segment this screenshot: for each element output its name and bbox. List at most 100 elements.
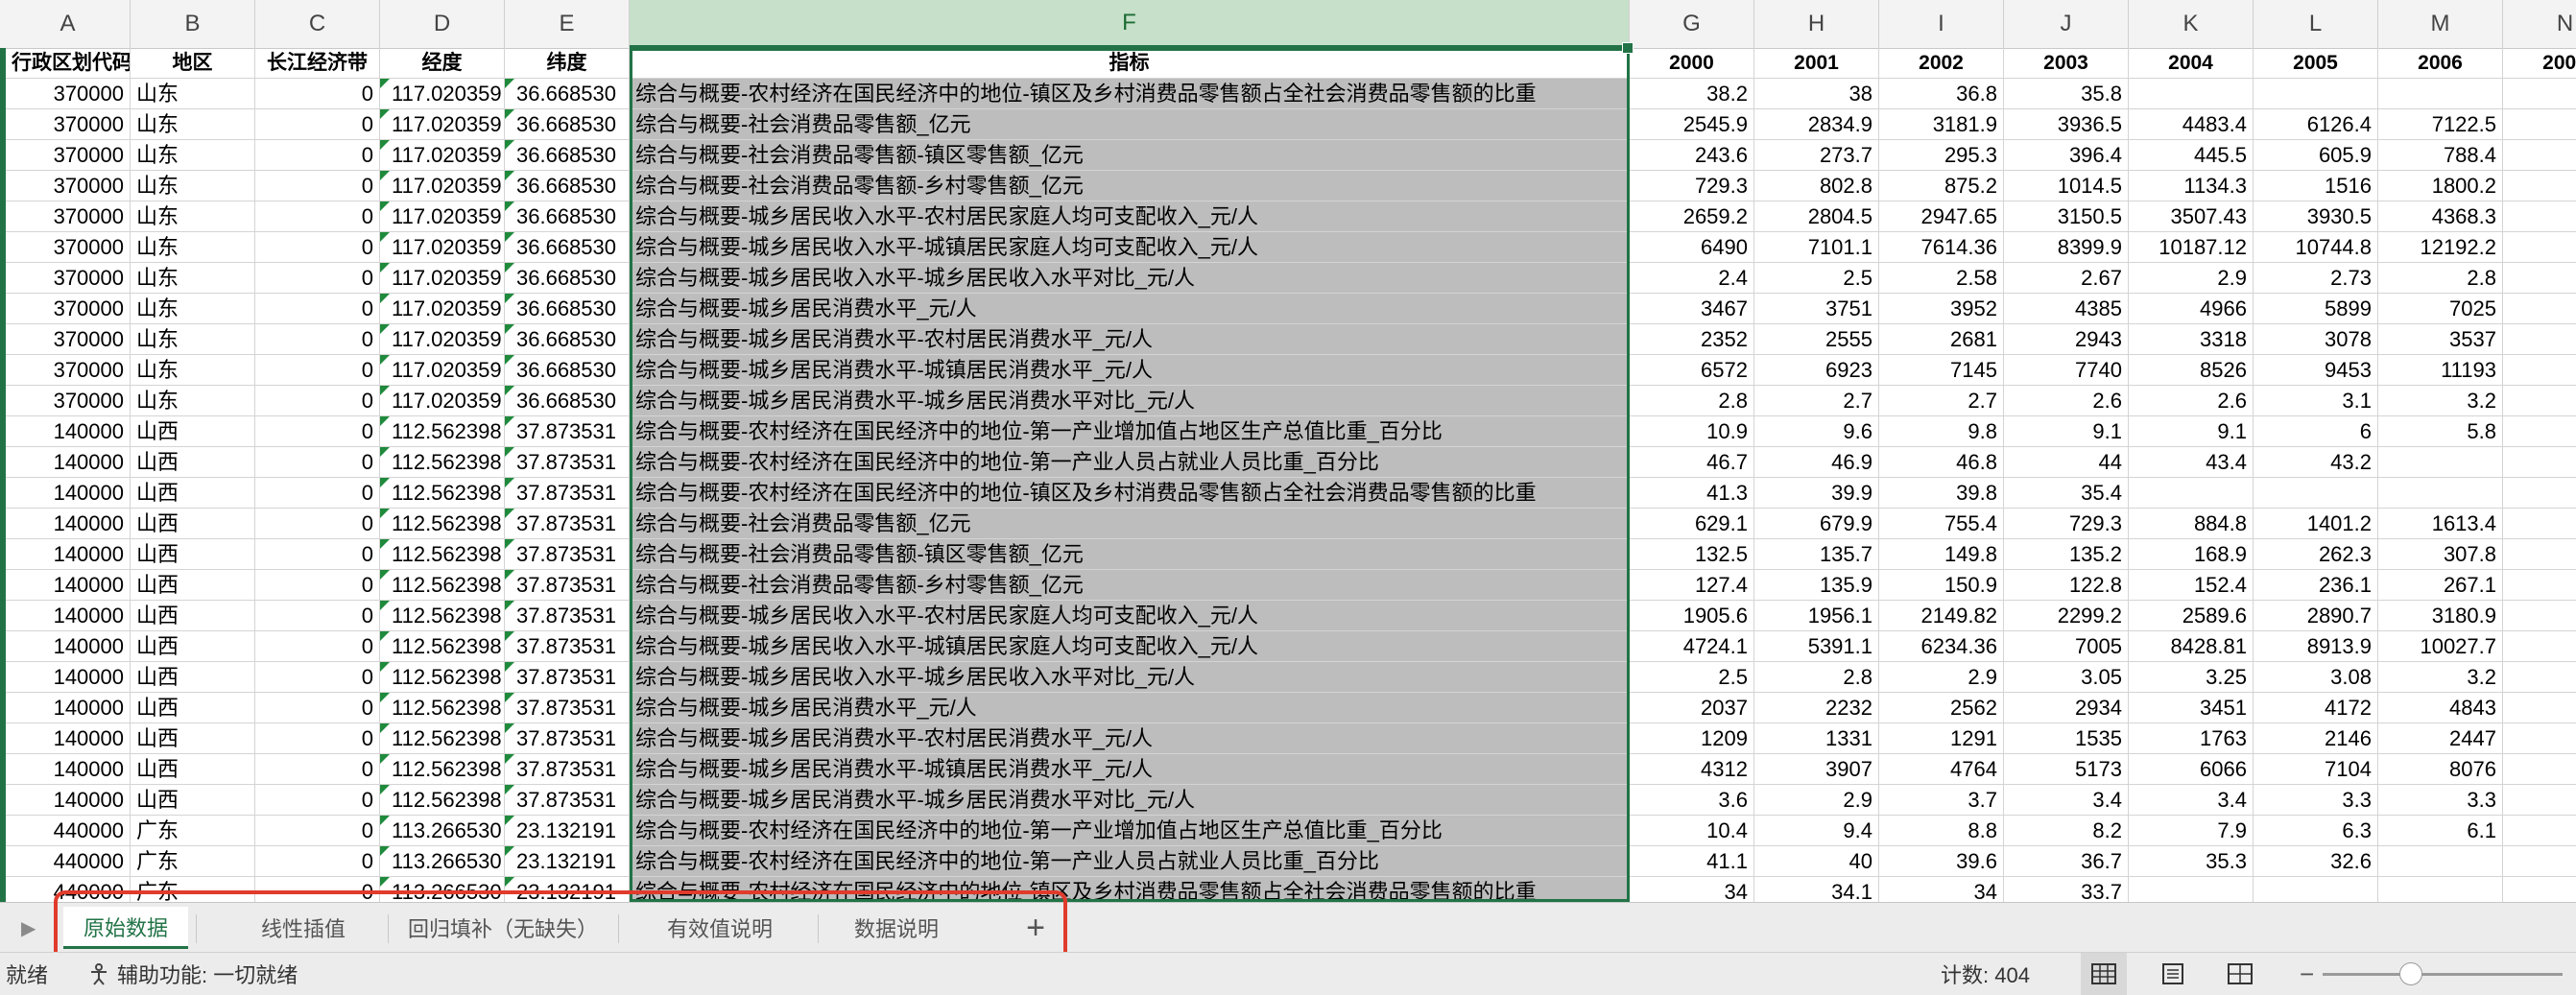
table-cell[interactable]: 山西 (131, 478, 255, 508)
table-cell[interactable]: 7104 (2254, 754, 2378, 784)
table-cell[interactable]: 0 (255, 785, 380, 815)
table-cell[interactable]: 综合与概要-城乡居民收入水平-农村居民家庭人均可支配收入_元/人 (630, 601, 1630, 630)
table-cell[interactable]: 370000 (6, 232, 131, 262)
table-cell[interactable]: 综合与概要-社会消费品零售额-镇区零售额_亿元 (630, 539, 1630, 569)
table-cell[interactable]: 2299.2 (2004, 601, 2129, 630)
table-cell[interactable]: 11193 (2378, 355, 2503, 385)
table-cell[interactable]: 4843 (2378, 693, 2503, 723)
table-cell[interactable]: 综合与概要-城乡居民消费水平_元/人 (630, 693, 1630, 723)
table-cell[interactable]: 综合与概要-社会消费品零售额-镇区零售额_亿元 (630, 140, 1630, 170)
table-cell[interactable]: 1535 (2004, 723, 2129, 753)
accessibility-icon[interactable] (86, 953, 111, 995)
table-cell[interactable]: 112.562398 (380, 785, 505, 815)
table-cell[interactable]: 38 (1754, 79, 1879, 108)
table-cell[interactable]: 7122.5 (2378, 109, 2503, 139)
normal-view-icon[interactable] (2081, 953, 2127, 995)
table-cell[interactable]: 9.1 (2129, 416, 2254, 446)
table-cell[interactable]: 9.4 (1754, 816, 1879, 845)
table-cell[interactable]: 35.8 (2004, 79, 2129, 108)
table-cell[interactable]: 0 (255, 140, 380, 170)
table-cell[interactable]: 5391.1 (1754, 631, 1879, 661)
table-cell[interactable]: 综合与概要-城乡居民消费水平-城镇居民消费水平_元/人 (630, 355, 1630, 385)
table-cell[interactable] (2503, 723, 2576, 753)
table-cell[interactable]: 168.9 (2129, 539, 2254, 569)
table-cell[interactable]: 2149.82 (1879, 601, 2004, 630)
header-cell[interactable]: 2000 (1630, 48, 1754, 78)
table-cell[interactable]: 2943 (2004, 324, 2129, 354)
table-cell[interactable]: 135.2 (2004, 539, 2129, 569)
table-cell[interactable]: 273.7 (1754, 140, 1879, 170)
table-cell[interactable]: 综合与概要-农村经济在国民经济中的地位-镇区及乡村消费品零售额占全社会消费品零售… (630, 478, 1630, 508)
table-cell[interactable]: 3537 (2378, 324, 2503, 354)
table-cell[interactable]: 2589.6 (2129, 601, 2254, 630)
table-cell[interactable]: 112.562398 (380, 631, 505, 661)
table-cell[interactable]: 3.3 (2378, 785, 2503, 815)
table-cell[interactable]: 2804.5 (1754, 201, 1879, 231)
table-cell[interactable]: 884.8 (2129, 509, 2254, 538)
table-cell[interactable]: 112.562398 (380, 601, 505, 630)
table-cell[interactable]: 20 (2503, 171, 2576, 201)
table-cell[interactable]: 140000 (6, 539, 131, 569)
table-cell[interactable]: 36.668530 (505, 294, 630, 323)
table-cell[interactable]: 84 (2503, 109, 2576, 139)
table-cell[interactable]: 36.668530 (505, 263, 630, 293)
table-cell[interactable]: 综合与概要-农村经济在国民经济中的地位-第一产业增加值占地区生产总值比重_百分比 (630, 816, 1630, 845)
table-cell[interactable] (2254, 478, 2378, 508)
table-cell[interactable]: 0 (255, 109, 380, 139)
table-cell[interactable]: 6 (2254, 416, 2378, 446)
table-cell[interactable]: 3.1 (2254, 386, 2378, 415)
table-cell[interactable]: 370000 (6, 79, 131, 108)
table-cell[interactable]: 综合与概要-城乡居民收入水平-城乡居民收入水平对比_元/人 (630, 263, 1630, 293)
table-cell[interactable]: 396.4 (2004, 140, 2129, 170)
table-cell[interactable]: 综合与概要-农村经济在国民经济中的地位-镇区及乡村消费品零售额占全社会消费品零售… (630, 79, 1630, 108)
table-cell[interactable]: 37.873531 (505, 478, 630, 508)
table-cell[interactable]: 2232 (1754, 693, 1879, 723)
table-cell[interactable]: 山西 (131, 601, 255, 630)
table-cell[interactable]: 113.266530 (380, 846, 505, 876)
table-cell[interactable] (2254, 79, 2378, 108)
table-cell[interactable]: 2.5 (1754, 263, 1879, 293)
table-cell[interactable]: 112.562398 (380, 723, 505, 753)
page-layout-view-icon[interactable] (2150, 953, 2196, 995)
table-cell[interactable]: 4724.1 (1630, 631, 1754, 661)
table-cell[interactable]: 33.7 (2004, 877, 2129, 902)
table-cell[interactable]: 2834.9 (1754, 109, 1879, 139)
table-cell[interactable]: 370000 (6, 263, 131, 293)
table-cell[interactable]: 0 (255, 79, 380, 108)
table-cell[interactable]: 4966 (2129, 294, 2254, 323)
table-cell[interactable]: 117.020359 (380, 294, 505, 323)
table-cell[interactable]: 3936.5 (2004, 109, 2129, 139)
table-cell[interactable]: 山西 (131, 662, 255, 692)
table-cell[interactable]: 0 (255, 324, 380, 354)
table-cell[interactable]: 3.6 (1630, 785, 1754, 815)
table-cell[interactable]: 112.562398 (380, 662, 505, 692)
table-cell[interactable] (2503, 662, 2576, 692)
table-cell[interactable]: 0 (255, 355, 380, 385)
table-cell[interactable]: 山西 (131, 723, 255, 753)
header-cell[interactable]: 2003 (2004, 48, 2129, 78)
table-cell[interactable]: 36.668530 (505, 171, 630, 201)
header-cell[interactable]: 2005 (2254, 48, 2378, 78)
table-cell[interactable]: 8913.9 (2254, 631, 2378, 661)
table-cell[interactable]: 112.562398 (380, 570, 505, 600)
table-cell[interactable]: 山东 (131, 171, 255, 201)
table-cell[interactable]: 9 (2503, 140, 2576, 170)
spreadsheet-grid[interactable]: ABCDEFGHIJKLMN 行政区划代码 地区 长江经济带 经度 纬度 指标 2000 20… (0, 0, 2576, 902)
selection-fill-handle[interactable] (1622, 42, 1634, 54)
table-cell[interactable]: 36 (2503, 601, 2576, 630)
table-cell[interactable]: 2.58 (1879, 263, 2004, 293)
table-cell[interactable]: 山东 (131, 232, 255, 262)
table-cell[interactable]: 10027.7 (2378, 631, 2503, 661)
table-cell[interactable]: 广东 (131, 846, 255, 876)
table-cell[interactable]: 综合与概要-农村经济在国民经济中的地位-第一产业人员占就业人员比重_百分比 (630, 846, 1630, 876)
table-cell[interactable]: 127.4 (1630, 570, 1754, 600)
table-cell[interactable]: 2947.65 (1879, 201, 2004, 231)
table-cell[interactable]: 140000 (6, 478, 131, 508)
table-cell[interactable]: 605.9 (2254, 140, 2378, 170)
table-cell[interactable]: 3952 (1879, 294, 2004, 323)
table-cell[interactable]: 3.4 (2004, 785, 2129, 815)
table-cell[interactable]: 37.873531 (505, 693, 630, 723)
table-cell[interactable]: 综合与概要-城乡居民消费水平_元/人 (630, 294, 1630, 323)
table-cell[interactable]: 山东 (131, 263, 255, 293)
table-cell[interactable] (2129, 79, 2254, 108)
